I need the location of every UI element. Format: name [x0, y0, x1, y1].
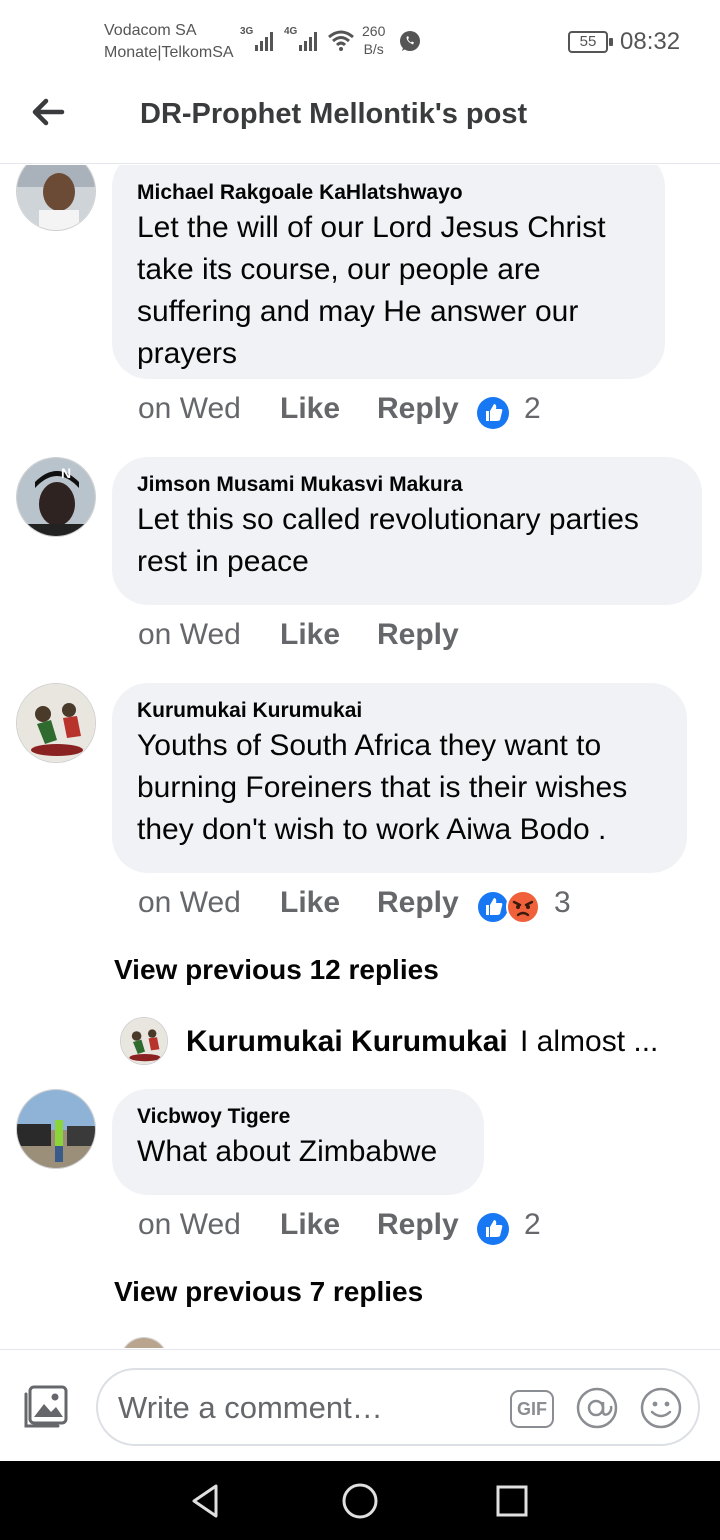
- signal-icon: [255, 32, 273, 51]
- avatar[interactable]: [120, 1017, 168, 1065]
- gif-icon[interactable]: GIF: [510, 1390, 554, 1428]
- avatar[interactable]: [120, 1337, 168, 1348]
- comment-author[interactable]: Michael Rakgoale KaHlatshwayo: [137, 165, 641, 207]
- carrier-2: Monate|TelkomSA: [104, 44, 234, 61]
- avatar[interactable]: [16, 1089, 96, 1169]
- like-reaction-icon[interactable]: [476, 890, 510, 924]
- status-bar: Vodacom SA Monate|TelkomSA 3G 4G 260 B/s…: [0, 0, 720, 80]
- photo-icon[interactable]: [22, 1384, 70, 1430]
- reaction-count[interactable]: 2: [524, 1208, 541, 1242]
- reaction-count[interactable]: 3: [554, 886, 571, 920]
- comment-author[interactable]: Jimson Musami Mukasvi Makura: [137, 471, 678, 499]
- carrier-names: Vodacom SA Monate|TelkomSA: [104, 20, 234, 64]
- back-arrow-icon[interactable]: [28, 94, 68, 130]
- system-navigation-bar: [0, 1461, 720, 1540]
- reply-button[interactable]: Reply: [377, 618, 459, 652]
- comment-composer: Write a comment… GIF: [0, 1349, 720, 1461]
- avatar[interactable]: [16, 165, 96, 231]
- network-speed: 260 B/s: [362, 22, 385, 58]
- net-type-3g: 3G: [240, 26, 254, 37]
- angry-reaction-icon[interactable]: [506, 890, 540, 924]
- comment-actions: on Wed Like Reply 2: [138, 1208, 558, 1248]
- reply-preview[interactable]: Kurumukai Kurumukai I almost ...: [120, 1017, 680, 1067]
- avatar[interactable]: [16, 683, 96, 763]
- comment-bubble[interactable]: Kurumukai Kurumukai Youths of South Afri…: [112, 683, 687, 873]
- svg-text:N: N: [61, 465, 71, 481]
- reply-button[interactable]: Reply: [377, 1208, 459, 1242]
- comment-list[interactable]: Michael Rakgoale KaHlatshwayo Let the wi…: [0, 165, 720, 1348]
- whatsapp-icon: [400, 31, 420, 51]
- emoji-icon[interactable]: [640, 1387, 682, 1429]
- comment-text: What about Zimbabwe: [137, 1135, 438, 1168]
- avatar[interactable]: N: [16, 457, 96, 537]
- page-title: DR-Prophet Mellontik's post: [140, 98, 528, 130]
- comment-bubble[interactable]: Jimson Musami Mukasvi Makura Let this so…: [112, 457, 702, 605]
- comment-text: Youths of South Africa they want to burn…: [137, 729, 628, 846]
- comment-actions: on Wed Like Reply: [138, 618, 498, 658]
- reply-author[interactable]: Kurumukai Kurumukai: [186, 1025, 508, 1059]
- comment-placeholder[interactable]: Write a comment…: [118, 1390, 383, 1426]
- like-button[interactable]: Like: [280, 886, 340, 920]
- comment-actions: on Wed Like Reply 3: [138, 886, 588, 926]
- comment-author[interactable]: Vicbwoy Tigere: [137, 1103, 460, 1131]
- comment-text: Let this so called revolutionary parties…: [137, 503, 639, 578]
- nav-back-icon[interactable]: [186, 1481, 226, 1521]
- comment-time[interactable]: on Wed: [138, 886, 241, 920]
- reply-button[interactable]: Reply: [377, 886, 459, 920]
- wifi-icon: [328, 30, 354, 51]
- comment-text: Let the will of our Lord Jesus Christ ta…: [137, 211, 606, 370]
- comment-time[interactable]: on Wed: [138, 1208, 241, 1242]
- nav-recents-icon[interactable]: [492, 1481, 532, 1521]
- comment-author[interactable]: Kurumukai Kurumukai: [137, 697, 663, 725]
- battery-indicator: 55: [568, 31, 613, 53]
- like-reaction-icon[interactable]: [476, 396, 510, 430]
- like-button[interactable]: Like: [280, 392, 340, 426]
- like-reaction-icon[interactable]: [476, 1212, 510, 1246]
- like-button[interactable]: Like: [280, 618, 340, 652]
- comment-bubble[interactable]: Michael Rakgoale KaHlatshwayo Let the wi…: [112, 165, 665, 379]
- comment-actions: on Wed Like Reply 2: [138, 392, 558, 432]
- signal-icon: [299, 32, 317, 51]
- like-button[interactable]: Like: [280, 1208, 340, 1242]
- reply-button[interactable]: Reply: [377, 392, 459, 426]
- speed-value: 260: [362, 23, 386, 39]
- comment-bubble[interactable]: Vicbwoy Tigere What about Zimbabwe: [112, 1089, 484, 1195]
- mention-icon[interactable]: [576, 1387, 618, 1429]
- comment-time[interactable]: on Wed: [138, 618, 241, 652]
- comment-time[interactable]: on Wed: [138, 392, 241, 426]
- net-type-4g: 4G: [284, 26, 298, 37]
- nav-home-icon[interactable]: [340, 1481, 380, 1521]
- view-previous-replies-link[interactable]: View previous 7 replies: [114, 1276, 423, 1308]
- view-previous-replies-link[interactable]: View previous 12 replies: [114, 954, 439, 986]
- carrier-1: Vodacom SA: [104, 22, 197, 39]
- speed-unit: B/s: [363, 41, 384, 57]
- reply-text: I almost ...: [520, 1025, 659, 1058]
- post-header: DR-Prophet Mellontik's post: [0, 80, 720, 164]
- clock: 08:32: [620, 28, 681, 55]
- comment-input[interactable]: Write a comment… GIF: [96, 1368, 700, 1446]
- reaction-count[interactable]: 2: [524, 392, 541, 426]
